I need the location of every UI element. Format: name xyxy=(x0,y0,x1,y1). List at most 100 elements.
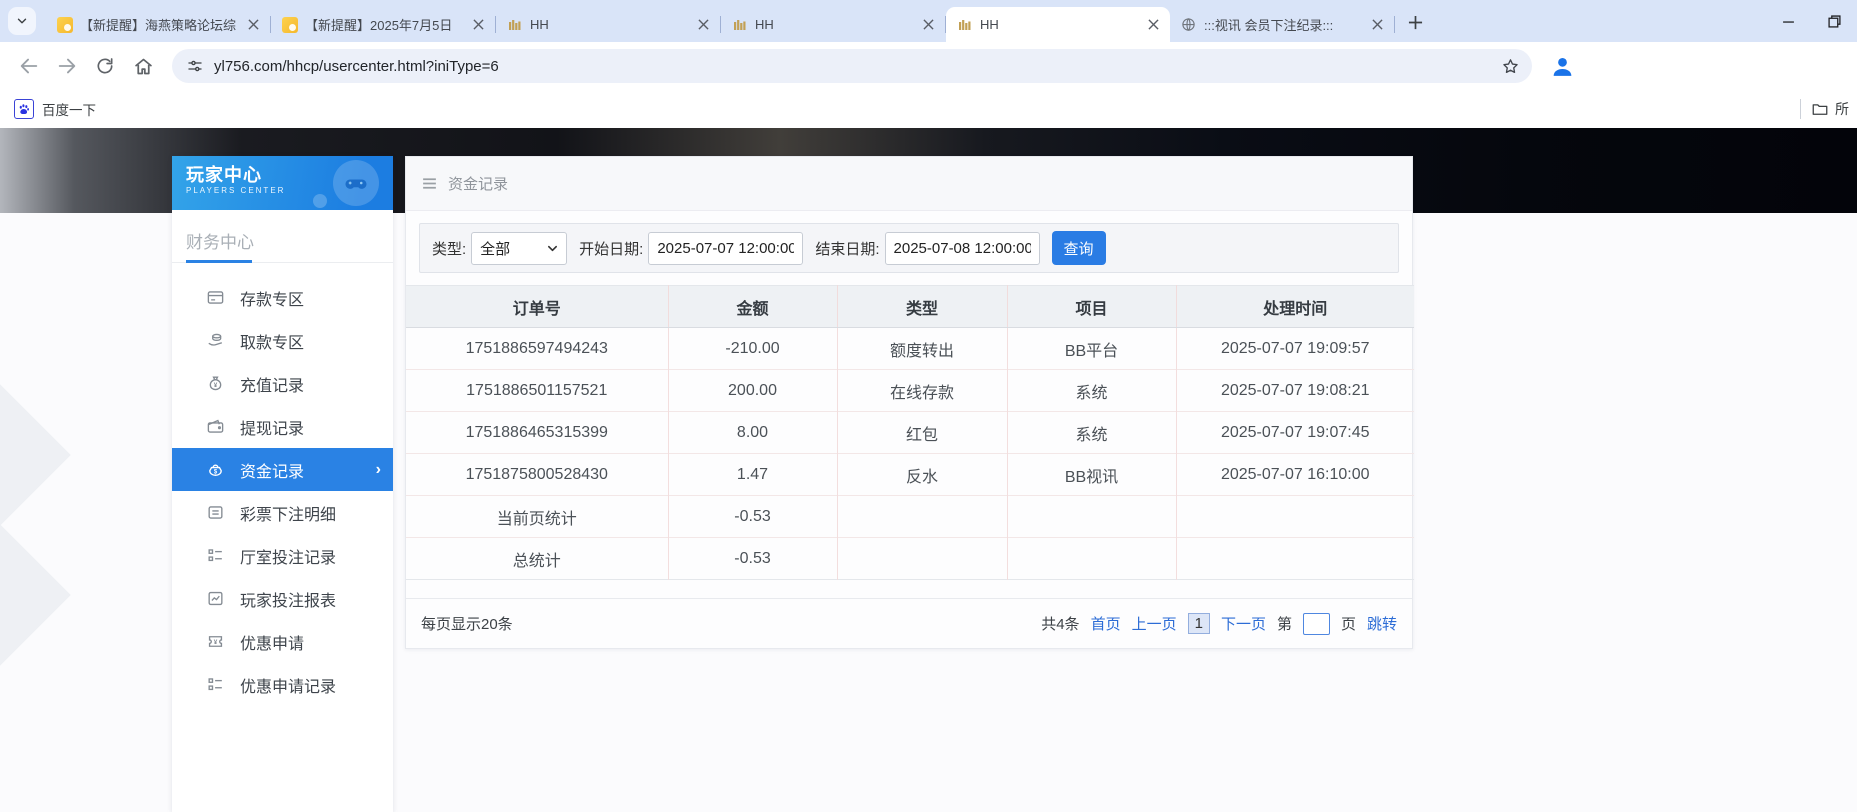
minimize-icon xyxy=(1782,15,1795,28)
url-text: yl756.com/hhcp/usercenter.html?iniType=6 xyxy=(214,58,499,75)
column-header-type: 类型 xyxy=(837,286,1007,328)
forward-button[interactable] xyxy=(50,49,84,83)
sidebar-item-withdrawal-records[interactable]: 提现记录 xyxy=(172,405,393,448)
sidebar-item-label: 玩家投注报表 xyxy=(240,587,336,611)
sidebar: 玩家中心 PLAYERS CENTER 财务中心 存款专区 取款专区 ¥ 充值记… xyxy=(172,156,393,812)
bookmark-label: 百度一下 xyxy=(42,99,96,119)
cell-order-no: 1751886597494243 xyxy=(406,328,668,370)
sidebar-item-recharge-records[interactable]: ¥ 充值记录 xyxy=(172,362,393,405)
column-header-order-no: 订单号 xyxy=(406,286,668,328)
close-icon[interactable] xyxy=(1369,16,1386,33)
tab-search-button[interactable] xyxy=(8,7,36,35)
minimize-button[interactable] xyxy=(1765,0,1811,42)
plus-icon xyxy=(1408,15,1423,30)
sidebar-item-deposit[interactable]: 存款专区 xyxy=(172,276,393,319)
cell-time: 2025-07-07 16:10:00 xyxy=(1176,454,1414,496)
profile-avatar[interactable] xyxy=(1550,54,1575,79)
wallet-icon xyxy=(206,417,225,436)
address-bar[interactable]: yl756.com/hhcp/usercenter.html?iniType=6 xyxy=(172,49,1532,83)
browser-tab-2[interactable]: 【新提醒】2025年7月5日 xyxy=(271,7,495,42)
current-page-badge[interactable]: 1 xyxy=(1188,613,1210,634)
sidebar-item-lottery-bet-details[interactable]: 彩票下注明细 xyxy=(172,491,393,534)
back-button[interactable] xyxy=(12,49,46,83)
checklist-icon xyxy=(206,546,225,565)
end-date-input[interactable] xyxy=(885,232,1040,265)
sidebar-item-hall-bet-records[interactable]: 厅室投注记录 xyxy=(172,534,393,577)
svg-text:¥: ¥ xyxy=(214,639,218,646)
cell-amount: 200.00 xyxy=(668,370,837,412)
chevron-down-icon xyxy=(15,14,29,28)
browser-tab-4[interactable]: HH xyxy=(721,7,945,42)
page-number-input[interactable] xyxy=(1303,613,1330,635)
ticket-icon: ¥ xyxy=(206,632,225,651)
close-icon[interactable] xyxy=(695,16,712,33)
jump-prefix-label: 第 xyxy=(1277,613,1292,634)
cell-item: 系统 xyxy=(1007,412,1176,454)
forward-icon xyxy=(56,55,78,77)
close-icon[interactable] xyxy=(245,16,262,33)
circle-decoration xyxy=(313,194,327,208)
cell-type xyxy=(837,538,1007,580)
watermark-shape xyxy=(0,377,71,533)
all-bookmarks-button[interactable]: 所 xyxy=(1811,99,1849,119)
bookmark-star-button[interactable] xyxy=(1501,57,1520,76)
cell-item: BB视讯 xyxy=(1007,454,1176,496)
column-header-time: 处理时间 xyxy=(1176,286,1414,328)
total-count-text: 共4条 xyxy=(1041,613,1079,634)
jump-link[interactable]: 跳转 xyxy=(1367,613,1397,634)
sidebar-item-player-bet-report[interactable]: 玩家投注报表 xyxy=(172,577,393,620)
prev-page-link[interactable]: 上一页 xyxy=(1132,613,1177,634)
sidebar-item-withdraw[interactable]: 取款专区 xyxy=(172,319,393,362)
folder-icon xyxy=(1811,100,1829,118)
first-page-link[interactable]: 首页 xyxy=(1091,613,1121,634)
table-row: 1751875800528430 1.47 反水 BB视讯 2025-07-07… xyxy=(406,454,1414,496)
cell-summary-label: 当前页统计 xyxy=(406,496,668,538)
reload-icon xyxy=(95,56,115,76)
start-date-input[interactable] xyxy=(648,232,803,265)
tab-separator xyxy=(1394,16,1395,33)
table-row: 1751886501157521 200.00 在线存款 系统 2025-07-… xyxy=(406,370,1414,412)
browser-tab-5-active[interactable]: HH xyxy=(946,7,1170,42)
baidu-paw-icon xyxy=(14,99,34,119)
browser-tab-6[interactable]: :::视讯 会员下注纪录::: xyxy=(1170,7,1394,42)
type-label: 类型: xyxy=(432,238,466,259)
search-button[interactable]: 查询 xyxy=(1052,231,1106,265)
cell-time: 2025-07-07 19:07:45 xyxy=(1176,412,1414,454)
bookmark-baidu[interactable]: 百度一下 xyxy=(14,99,96,119)
cell-item: BB平台 xyxy=(1007,328,1176,370)
type-select[interactable]: 全部 xyxy=(471,232,567,265)
sidebar-item-label: 厅室投注记录 xyxy=(240,544,336,568)
close-icon[interactable] xyxy=(470,16,487,33)
sidebar-item-label: 资金记录 xyxy=(240,458,304,482)
browser-tab-1[interactable]: 【新提醒】海燕策略论坛综 xyxy=(46,7,270,42)
pagination-controls: 共4条 首页 上一页 1 下一页 第 页 跳转 xyxy=(1041,613,1397,635)
type-select-value: 全部 xyxy=(480,238,510,259)
globe-icon xyxy=(1181,17,1197,33)
cell-order-no: 1751886465315399 xyxy=(406,412,668,454)
funds-records-table: 订单号 金额 类型 项目 处理时间 1751886597494243 -210.… xyxy=(406,285,1414,580)
sidebar-item-funds-records[interactable]: $ 资金记录 › xyxy=(172,448,393,491)
site-info-icon[interactable] xyxy=(186,57,204,75)
hamburger-icon xyxy=(421,175,438,192)
tab-title: HH xyxy=(980,17,1138,32)
home-button[interactable] xyxy=(126,49,160,83)
restore-button[interactable] xyxy=(1811,0,1857,42)
cell-item xyxy=(1007,496,1176,538)
profile-icon xyxy=(1550,54,1575,79)
reload-button[interactable] xyxy=(88,49,122,83)
sidebar-item-label: 优惠申请记录 xyxy=(240,673,336,697)
sidebar-item-promo-application-records[interactable]: 优惠申请记录 xyxy=(172,663,393,706)
next-page-link[interactable]: 下一页 xyxy=(1221,613,1266,634)
cell-amount: -210.00 xyxy=(668,328,837,370)
window-controls xyxy=(1765,0,1857,42)
table-row: 1751886465315399 8.00 红包 系统 2025-07-07 1… xyxy=(406,412,1414,454)
start-date-label: 开始日期: xyxy=(579,238,643,259)
svg-text:¥: ¥ xyxy=(214,382,218,389)
close-icon[interactable] xyxy=(1145,16,1162,33)
pagination-bar: 每页显示20条 共4条 首页 上一页 1 下一页 第 页 跳转 xyxy=(406,598,1412,648)
browser-tab-3[interactable]: HH xyxy=(496,7,720,42)
new-tab-button[interactable] xyxy=(1401,8,1429,36)
bookmarks-bar: 百度一下 所 xyxy=(0,90,1857,128)
close-icon[interactable] xyxy=(920,16,937,33)
sidebar-item-promo-application[interactable]: ¥ 优惠申请 xyxy=(172,620,393,663)
